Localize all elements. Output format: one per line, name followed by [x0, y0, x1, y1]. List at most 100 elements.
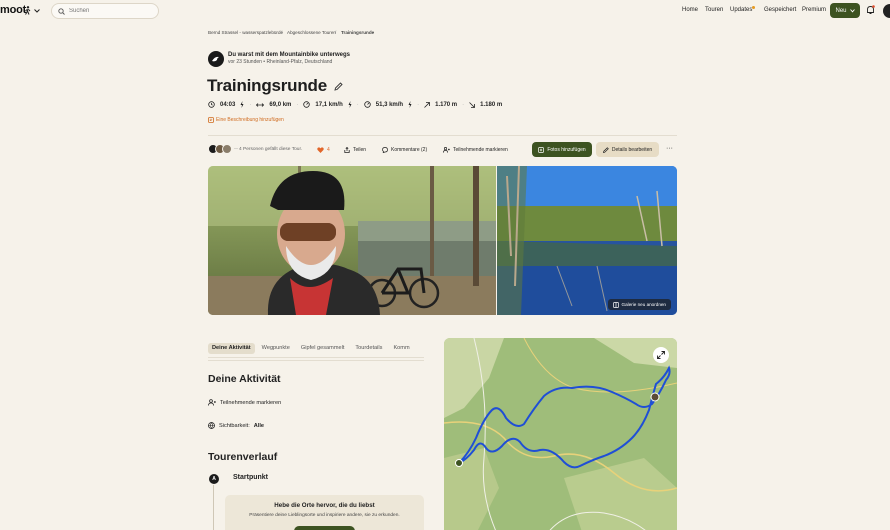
arrow-down-right-icon — [469, 101, 476, 108]
more-options-button[interactable]: ··· — [666, 145, 673, 152]
likers-avatars[interactable]: ·· — [208, 144, 238, 154]
globe-icon — [208, 422, 215, 429]
stat-separator: · — [249, 101, 252, 108]
people-icon — [208, 399, 216, 406]
stat-duration: 04:03 — [220, 101, 236, 108]
visibility-row[interactable]: Sichtbarkeit: Alle — [208, 422, 264, 429]
tour-map[interactable] — [444, 338, 677, 530]
photo-lake[interactable]: Galerie neu anordnen — [497, 166, 677, 315]
sport-selector[interactable] — [24, 3, 48, 18]
stat-distance: 69,0 km — [269, 101, 292, 108]
breadcrumb-current: Trainingsrunde — [341, 30, 375, 35]
photo-selfie[interactable] — [208, 166, 496, 315]
edit-details-button[interactable]: Details bearbeiten — [596, 142, 659, 157]
tag-participants-label: Teilnehmende markieren — [453, 147, 508, 153]
nav-gespeichert[interactable]: Gespeichert — [764, 7, 796, 13]
like-count: 4 — [327, 147, 330, 153]
bird-logo-icon — [212, 56, 219, 62]
pencil-icon[interactable] — [334, 82, 343, 91]
start-label: Startpunkt — [233, 474, 268, 481]
add-description-link[interactable]: Eine Beschreibung hinzufügen — [208, 117, 284, 123]
chevron-down-icon — [849, 8, 855, 12]
promo-title: Hebe die Orte hervor, die du liebst — [274, 502, 375, 509]
stat-separator: · — [296, 101, 299, 108]
user-avatar[interactable] — [208, 51, 224, 67]
clock-icon — [208, 101, 215, 108]
expand-map-button[interactable] — [653, 347, 669, 363]
note-edit-icon — [208, 117, 214, 123]
komoot-logo[interactable]: moot — [0, 4, 26, 16]
start-marker: A — [209, 474, 219, 484]
highlight-promo: Hebe die Orte hervor, die du liebst Präs… — [225, 495, 424, 530]
share-icon — [344, 147, 350, 153]
tab-wegpunkte[interactable]: Wegpunkte — [258, 343, 294, 354]
tour-stats: 04:03 · 69,0 km · 17,1 km/h · 51,3 km/h … — [208, 101, 502, 108]
selfie-photo-image — [208, 166, 496, 315]
add-photo-icon — [538, 146, 545, 153]
comment-icon — [382, 147, 388, 153]
nav-premium[interactable]: Premium — [802, 7, 826, 13]
visibility-label: Sichtbarkeit: — [219, 422, 250, 429]
lightning-icon — [348, 101, 352, 108]
route-line — [213, 485, 214, 530]
comments-label: Kommentare (2) — [391, 147, 428, 153]
breadcrumb-separator: / — [281, 30, 283, 35]
updates-badge — [752, 6, 755, 9]
arrange-gallery-button[interactable]: Galerie neu anordnen — [607, 299, 671, 310]
stat-uphill: 1.170 m — [435, 101, 458, 108]
activity-headline: Du warst mit dem Mountainbike unterwegs — [228, 52, 351, 58]
share-label: Teilen — [353, 147, 367, 153]
nav-home[interactable]: Home — [682, 7, 698, 13]
heart-icon — [317, 147, 324, 153]
expand-icon — [657, 351, 665, 359]
stat-max-speed: 51,3 km/h — [375, 101, 404, 108]
speedometer-icon — [364, 101, 371, 108]
tab-gipfel[interactable]: Gipfel gesammelt — [297, 343, 349, 354]
add-photos-label: Fotos hinzufügen — [547, 146, 586, 153]
breadcrumb-separator: / — [335, 30, 337, 35]
people-icon — [443, 147, 450, 153]
stat-downhill: 1.180 m — [480, 101, 503, 108]
hiker-icon — [25, 6, 31, 15]
route-heading: Tourenverlauf — [208, 451, 278, 463]
search-icon — [58, 7, 65, 15]
visibility-value: Alle — [253, 422, 265, 429]
more-likers-icon: ·· — [234, 146, 238, 152]
user-avatar[interactable] — [883, 4, 890, 18]
lightning-icon — [408, 101, 412, 108]
new-button-label: Neu — [835, 7, 847, 14]
stat-separator: · — [417, 101, 420, 108]
new-button[interactable]: Neu — [830, 3, 860, 18]
pencil-icon — [602, 146, 609, 153]
activity-subline: vor 23 Stunden • Rheinland-Pfalz, Deutsc… — [228, 59, 333, 65]
breadcrumb-section[interactable]: Abgeschlossene Touren — [287, 30, 336, 35]
search-input[interactable] — [69, 8, 149, 14]
stat-separator: · — [356, 101, 359, 108]
search-box[interactable] — [51, 3, 159, 19]
stat-avg-speed: 17,1 km/h — [315, 101, 343, 108]
tab-tourdetails[interactable]: Tourdetails — [351, 343, 386, 354]
liker-avatar — [222, 144, 232, 154]
lake-photo-image — [497, 166, 677, 315]
bell-icon[interactable] — [866, 5, 875, 15]
promo-button[interactable] — [294, 526, 355, 530]
like-button[interactable]: 4 — [317, 147, 330, 153]
tab-kommentare[interactable]: Komm — [389, 343, 413, 354]
divider — [208, 360, 424, 361]
map-image — [444, 338, 677, 530]
edit-details-label: Details bearbeiten — [611, 146, 653, 153]
share-button[interactable]: Teilen — [344, 147, 366, 153]
promo-text: Präsentiere deine Lieblingsorte und insp… — [249, 513, 400, 518]
chevron-down-icon — [34, 8, 40, 13]
add-photos-button[interactable]: Fotos hinzufügen — [532, 142, 592, 157]
nav-updates[interactable]: Updates — [730, 7, 752, 13]
top-navigation: moot Home Touren Updates Gespeichert Pre… — [0, 0, 890, 23]
nav-touren[interactable]: Touren — [705, 7, 723, 13]
comments-button[interactable]: Kommentare (2) — [382, 147, 427, 153]
content-tabs: Deine Aktivität Wegpunkte Gipfel gesamme… — [208, 343, 424, 358]
tag-participants-row[interactable]: Teilnehmende markieren — [208, 399, 281, 406]
tab-deine-aktivitaet[interactable]: Deine Aktivität — [208, 343, 255, 354]
tag-participants-button[interactable]: Teilnehmende markieren — [443, 147, 508, 153]
breadcrumb-user[interactable]: Bernd Strassel - wasserspatzlebürde — [208, 30, 283, 35]
gallery-icon — [612, 301, 619, 308]
